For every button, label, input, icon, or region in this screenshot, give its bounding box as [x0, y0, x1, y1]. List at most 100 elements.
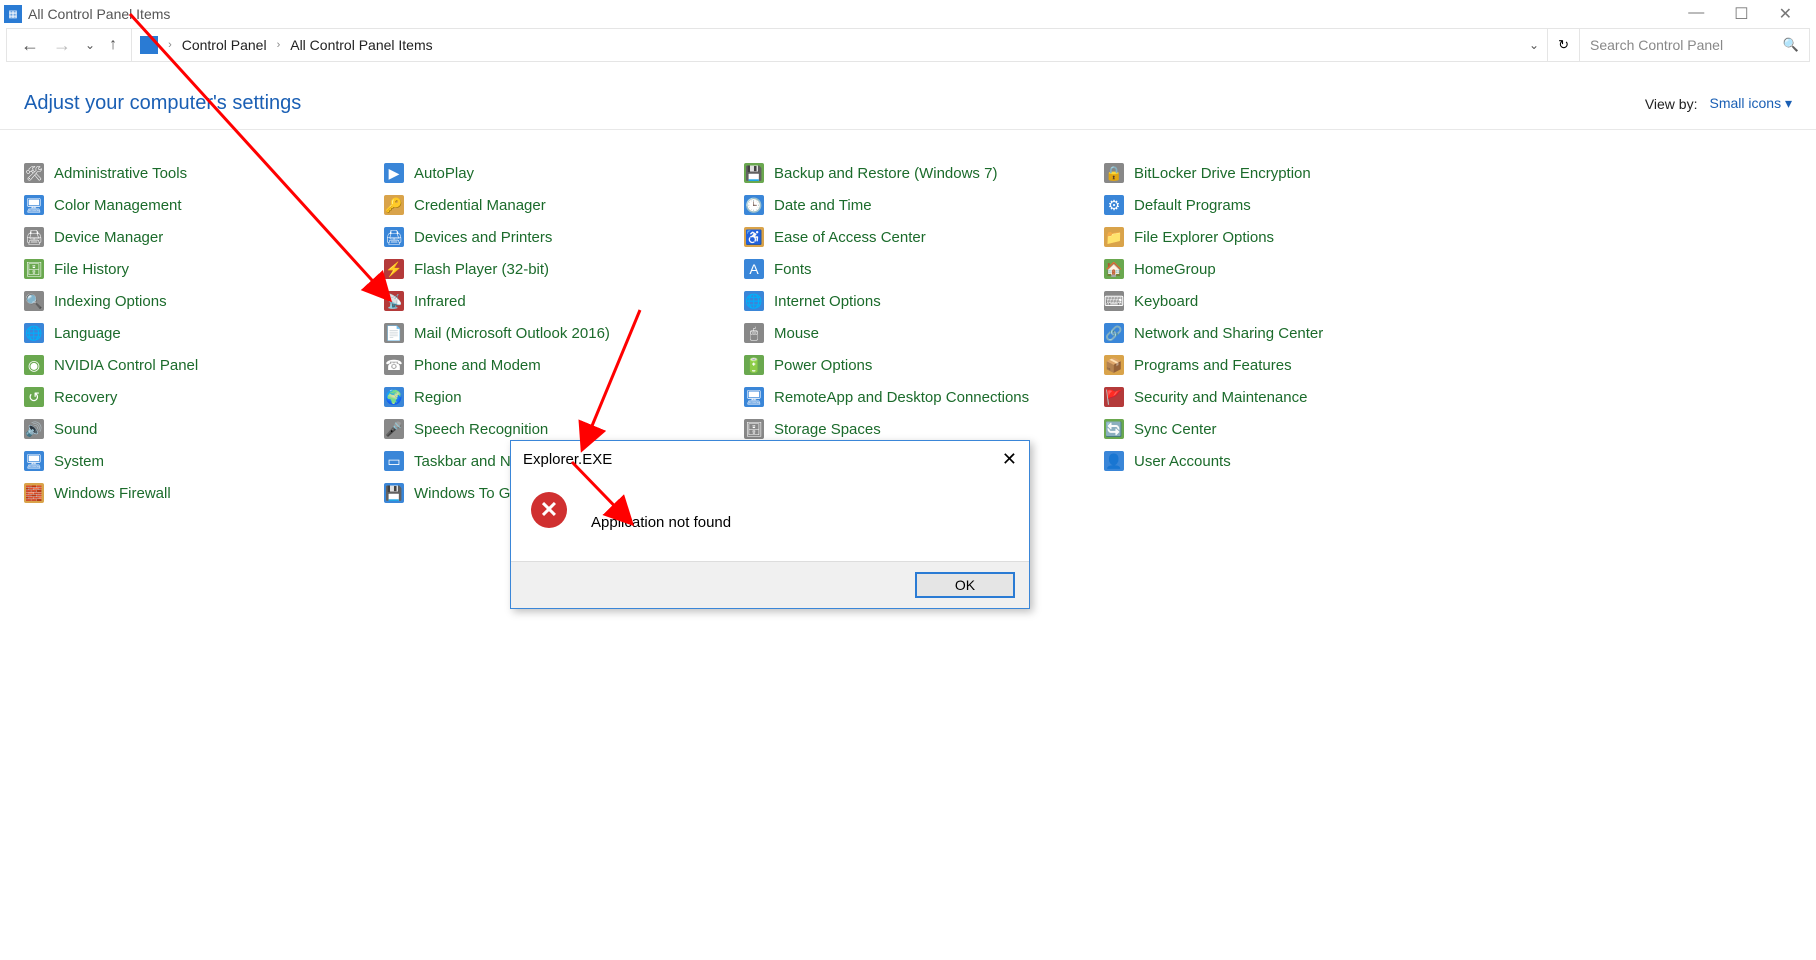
back-button[interactable]: ← — [21, 35, 39, 56]
dialog-close-button[interactable]: ✕ — [1002, 449, 1017, 470]
cp-item-speech-recognition[interactable]: 🎤 Speech Recognition — [384, 416, 744, 442]
cp-item-color-management[interactable]: 🖥 Color Management — [24, 192, 384, 218]
cp-item-system[interactable]: 🖥System — [24, 448, 384, 474]
refresh-button[interactable]: ↻ — [1547, 29, 1579, 61]
cp-item-devices-and-printers[interactable]: 🖨Devices and Printers — [384, 224, 744, 250]
cp-item-label: Color Management — [54, 197, 182, 214]
maximize-button[interactable]: ☐ — [1734, 4, 1748, 24]
mail-icon: 📄 — [384, 323, 404, 343]
cp-item-sync-center[interactable]: 🔄Sync Center — [1104, 416, 1464, 442]
file-icon: 🗄 — [24, 259, 44, 279]
window-controls: — ☐ ✕ — [1688, 4, 1812, 24]
minimize-button[interactable]: — — [1688, 4, 1704, 24]
view-by-dropdown[interactable]: Small icons ▾ — [1709, 95, 1792, 112]
cp-item-label: AutoPlay — [414, 165, 474, 182]
cp-item-date-and-time[interactable]: 🕒Date and Time — [744, 192, 1104, 218]
forward-button[interactable]: → — [53, 35, 71, 56]
autoplay-icon: ▶ — [384, 163, 404, 183]
infrared-icon: 📡 — [384, 291, 404, 311]
breadcrumb-sep-icon: › — [275, 39, 283, 51]
search-box[interactable]: 🔍 — [1579, 29, 1809, 61]
cp-item-label: RemoteApp and Desktop Connections — [774, 389, 1029, 406]
control-panel-app-icon: ▦ — [4, 5, 22, 23]
cp-item-flash-player-32-bit[interactable]: ⚡Flash Player (32-bit) — [384, 256, 744, 282]
cp-item-autoplay[interactable]: ▶ AutoPlay — [384, 160, 744, 186]
system-icon: 🖥 — [24, 451, 44, 471]
cp-item-label: User Accounts — [1134, 453, 1231, 470]
cp-item-file-history[interactable]: 🗄File History — [24, 256, 384, 282]
dialog-titlebar: Explorer.EXE ✕ — [511, 441, 1029, 478]
cp-item-network-and-sharing-center[interactable]: 🔗Network and Sharing Center — [1104, 320, 1464, 346]
cp-item-credential-manager[interactable]: 🔑Credential Manager — [384, 192, 744, 218]
recent-locations-dropdown[interactable]: ⌄ — [85, 38, 95, 52]
page-heading: Adjust your computer's settings — [24, 92, 301, 115]
up-button[interactable]: ↑ — [109, 36, 117, 54]
keyboard-icon: ⌨ — [1104, 291, 1124, 311]
cp-item-storage-spaces[interactable]: 🗄Storage Spaces — [744, 416, 1104, 442]
cp-item-label: Ease of Access Center — [774, 229, 926, 246]
cp-item-device-manager[interactable]: 🖨Device Manager — [24, 224, 384, 250]
cp-item-label: Power Options — [774, 357, 872, 374]
cp-item-power-options[interactable]: 🔋Power Options — [744, 352, 1104, 378]
administrative-icon: 🛠 — [24, 163, 44, 183]
cp-item-mail-microsoft-outlook-2016[interactable]: 📄Mail (Microsoft Outlook 2016) — [384, 320, 744, 346]
speech-icon: 🎤 — [384, 419, 404, 439]
color-icon: 🖥 — [24, 195, 44, 215]
cp-item-fonts[interactable]: AFonts — [744, 256, 1104, 282]
cp-item-user-accounts[interactable]: 👤User Accounts — [1104, 448, 1464, 474]
control-panel-icon — [140, 36, 158, 54]
address-bar[interactable]: › Control Panel › All Control Panel Item… — [131, 29, 1547, 61]
cp-item-programs-and-features[interactable]: 📦Programs and Features — [1104, 352, 1464, 378]
navigation-bar: ← → ⌄ ↑ › Control Panel › All Control Pa… — [6, 28, 1810, 62]
cp-item-label: Default Programs — [1134, 197, 1251, 214]
windows-icon: 💾 — [384, 483, 404, 503]
cp-item-label: Device Manager — [54, 229, 163, 246]
breadcrumb-current[interactable]: All Control Panel Items — [290, 37, 432, 53]
flash-icon: ⚡ — [384, 259, 404, 279]
cp-item-file-explorer-options[interactable]: 📁File Explorer Options — [1104, 224, 1464, 250]
default-icon: ⚙ — [1104, 195, 1124, 215]
cp-item-label: Speech Recognition — [414, 421, 548, 438]
network-icon: 🔗 — [1104, 323, 1124, 343]
cp-item-mouse[interactable]: 🖱Mouse — [744, 320, 1104, 346]
search-icon[interactable]: 🔍 — [1783, 37, 1799, 53]
cp-item-phone-and-modem[interactable]: ☎Phone and Modem — [384, 352, 744, 378]
region-icon: 🌍 — [384, 387, 404, 407]
cp-item-internet-options[interactable]: 🌐Internet Options — [744, 288, 1104, 314]
cp-item-homegroup[interactable]: 🏠HomeGroup — [1104, 256, 1464, 282]
cp-item-security-and-maintenance[interactable]: 🚩Security and Maintenance — [1104, 384, 1464, 410]
cp-item-nvidia-control-panel[interactable]: ◉NVIDIA Control Panel — [24, 352, 384, 378]
remoteapp-icon: 🖥 — [744, 387, 764, 407]
cp-item-label: Fonts — [774, 261, 812, 278]
breadcrumb-root[interactable]: Control Panel — [182, 37, 267, 53]
cp-item-label: NVIDIA Control Panel — [54, 357, 198, 374]
cp-item-backup-and-restore-windows-7[interactable]: 💾Backup and Restore (Windows 7) — [744, 160, 1104, 186]
sound-icon: 🔊 — [24, 419, 44, 439]
cp-item-language[interactable]: 🌐Language — [24, 320, 384, 346]
search-input[interactable] — [1590, 37, 1760, 53]
cp-item-administrative-tools[interactable]: 🛠Administrative Tools — [24, 160, 384, 186]
cp-item-sound[interactable]: 🔊Sound — [24, 416, 384, 442]
cp-item-remoteapp-and-desktop-connections[interactable]: 🖥 RemoteApp and Desktop Connections — [744, 384, 1104, 410]
cp-item-label: Devices and Printers — [414, 229, 552, 246]
cp-item-keyboard[interactable]: ⌨Keyboard — [1104, 288, 1464, 314]
close-window-button[interactable]: ✕ — [1779, 4, 1792, 24]
cp-item-indexing-options[interactable]: 🔍Indexing Options — [24, 288, 384, 314]
ok-button[interactable]: OK — [915, 572, 1015, 598]
cp-item-region[interactable]: 🌍Region — [384, 384, 744, 410]
taskbar-icon: ▭ — [384, 451, 404, 471]
security-icon: 🚩 — [1104, 387, 1124, 407]
cp-item-default-programs[interactable]: ⚙ Default Programs — [1104, 192, 1464, 218]
error-dialog: Explorer.EXE ✕ ✕ Application not found O… — [510, 440, 1030, 609]
cp-item-ease-of-access-center[interactable]: ♿Ease of Access Center — [744, 224, 1104, 250]
cp-item-label: Phone and Modem — [414, 357, 541, 374]
cp-item-windows-firewall[interactable]: 🧱Windows Firewall — [24, 480, 384, 506]
address-dropdown-icon[interactable]: ⌄ — [1529, 38, 1539, 52]
cp-item-infrared[interactable]: 📡Infrared — [384, 288, 744, 314]
cp-item-bitlocker-drive-encryption[interactable]: 🔒BitLocker Drive Encryption — [1104, 160, 1464, 186]
cp-item-recovery[interactable]: ↺Recovery — [24, 384, 384, 410]
recovery-icon: ↺ — [24, 387, 44, 407]
credential-icon: 🔑 — [384, 195, 404, 215]
bitlocker-icon: 🔒 — [1104, 163, 1124, 183]
view-by: View by: Small icons ▾ — [1645, 95, 1792, 112]
